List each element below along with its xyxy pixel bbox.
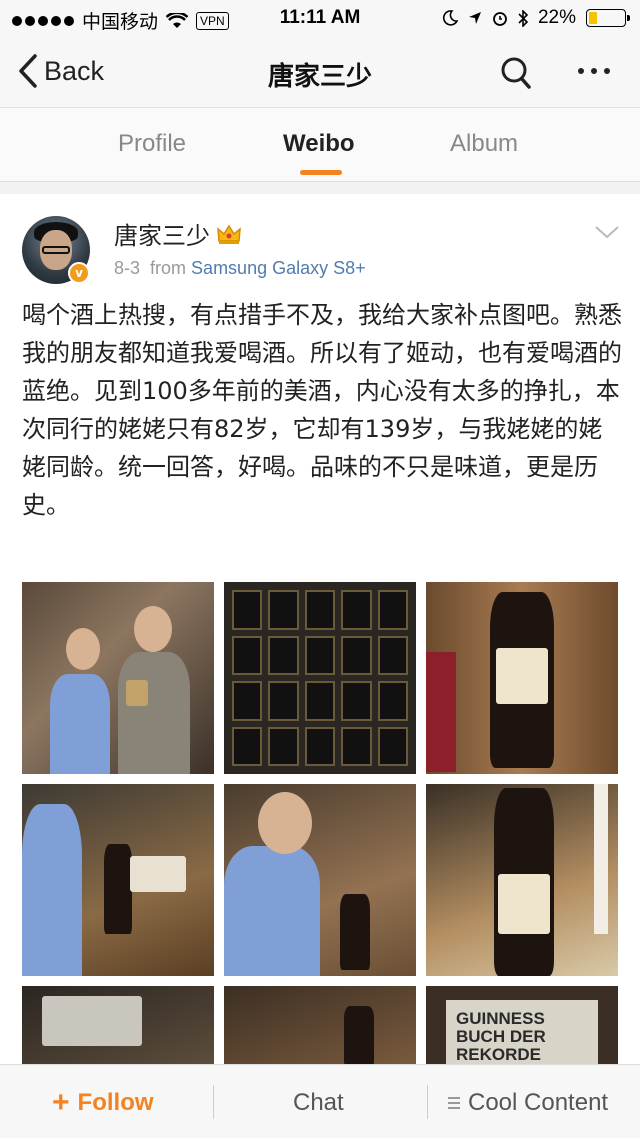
chat-label: Chat — [293, 1089, 344, 1116]
status-right: 22% — [442, 7, 630, 29]
alarm-icon — [493, 12, 507, 26]
photo-thumbnail[interactable] — [426, 784, 618, 976]
follow-label: Follow — [77, 1089, 154, 1116]
photo-thumbnail[interactable] — [22, 582, 214, 774]
photo-thumbnail[interactable] — [224, 986, 416, 1066]
battery-icon — [586, 9, 630, 27]
author-name: 唐家三少 — [114, 222, 210, 250]
bottom-action-bar: + Follow Chat Cool Content — [0, 1064, 640, 1138]
battery-percent: 22% — [537, 7, 576, 28]
tab-profile[interactable]: Profile — [118, 130, 186, 158]
search-icon[interactable] — [500, 56, 532, 90]
bluetooth-icon — [518, 9, 528, 27]
post-source[interactable]: Samsung Galaxy S8+ — [191, 258, 366, 278]
cool-content-button[interactable]: Cool Content — [448, 1089, 608, 1117]
navigation-bar: Back 唐家三少 — [0, 36, 640, 108]
location-arrow-icon — [468, 12, 481, 24]
plus-icon: + — [52, 1086, 70, 1119]
profile-tabs: Profile Weibo Album — [0, 108, 640, 182]
moon-icon — [442, 10, 458, 26]
post-text: 喝个酒上热搜，有点措手不及，我给大家补点图吧。熟悉我的朋友都知道我爱喝酒。所以有… — [22, 301, 622, 519]
photo-thumbnail[interactable]: GUINNESS BUCH DER REKORDE — [426, 986, 618, 1066]
crown-icon — [217, 224, 241, 244]
divider — [427, 1085, 428, 1119]
photo-thumbnail[interactable] — [22, 784, 214, 976]
photo-thumbnail[interactable] — [224, 784, 416, 976]
post-date: 8-3 — [114, 258, 141, 278]
post-meta: 8-3 from Samsung Galaxy S8+ — [114, 258, 366, 279]
status-bar: 中国移动 VPN 11:11 AM 22% — [0, 0, 640, 36]
photo-thumbnail[interactable] — [426, 582, 618, 774]
photo-thumbnail[interactable] — [22, 986, 214, 1066]
verified-badge: v — [68, 262, 90, 284]
active-tab-indicator — [300, 170, 342, 175]
more-options-icon[interactable] — [578, 68, 610, 74]
photo-thumbnail[interactable] — [224, 582, 416, 774]
chat-button[interactable]: Chat — [293, 1089, 344, 1117]
cool-content-label: Cool Content — [468, 1089, 609, 1116]
divider — [213, 1085, 214, 1119]
photo-book-title: GUINNESS BUCH DER REKORDE — [456, 1009, 546, 1064]
menu-icon — [448, 1097, 460, 1109]
from-label: from — [150, 258, 187, 278]
tab-album[interactable]: Album — [450, 130, 518, 158]
post-author[interactable]: 唐家三少 — [114, 216, 242, 251]
weibo-post-card: v 唐家三少 8-3 from Samsung Galaxy S8+ 喝个酒上热… — [0, 194, 640, 1066]
chevron-down-icon[interactable] — [594, 224, 620, 240]
tab-weibo[interactable]: Weibo — [283, 130, 355, 158]
page-title: 唐家三少 — [267, 62, 372, 92]
follow-button[interactable]: + Follow — [52, 1086, 154, 1119]
